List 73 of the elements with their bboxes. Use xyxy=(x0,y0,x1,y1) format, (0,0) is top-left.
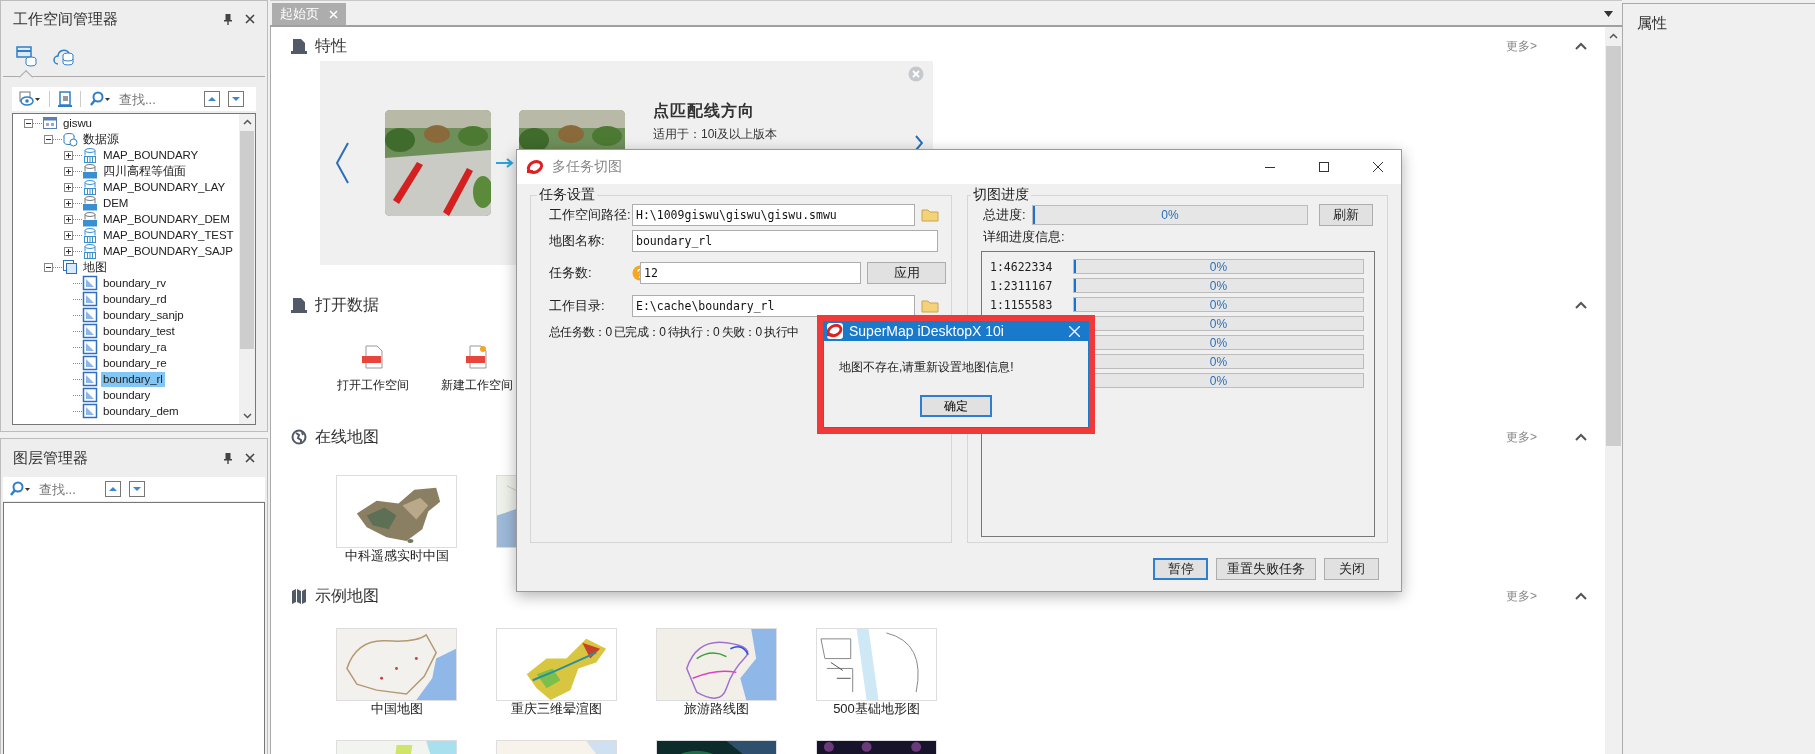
dialog-button[interactable]: 关闭 xyxy=(1324,558,1379,580)
section-title: 特性 xyxy=(315,35,347,56)
input-field[interactable]: E:\cache\boundary_rl xyxy=(632,295,915,317)
section-title: 在线地图 xyxy=(315,426,379,447)
search-field[interactable]: 查找... xyxy=(115,87,200,111)
tree-item[interactable]: boundary_test xyxy=(101,323,177,339)
progress-text: 0% xyxy=(1208,317,1229,330)
input-field[interactable]: 12 xyxy=(640,262,861,284)
progress-text: 0% xyxy=(1208,298,1229,311)
tree-item[interactable]: MAP_BOUNDARY xyxy=(101,147,201,163)
task-summary: 总任务数：0 已完成：0 待执行：0 失败：0 执行中 xyxy=(549,323,799,341)
field-label: 任务数: xyxy=(549,264,593,282)
more-link[interactable]: 更多> xyxy=(1506,37,1537,55)
field-label: 地图名称: xyxy=(549,232,606,250)
progress-text: 0% xyxy=(1208,279,1229,292)
map-title[interactable]: 重庆三维晕渲图 xyxy=(511,701,602,716)
dialog-button[interactable]: 重置失败任务 xyxy=(1216,558,1316,580)
tree-item[interactable]: 四川高程等值面 xyxy=(101,163,189,179)
dialog-title: SuperMap iDesktopX 10i xyxy=(849,323,1005,339)
tree-item[interactable]: 数据源 xyxy=(81,131,121,147)
tree-item[interactable]: boundary_rv xyxy=(101,275,168,291)
field-label: 工作目录: xyxy=(549,297,606,315)
map-title[interactable]: 旅游路线图 xyxy=(684,701,749,716)
input-field[interactable]: boundary_rl xyxy=(632,230,938,252)
dialog-button[interactable]: 暂停 xyxy=(1153,558,1208,580)
scale-label: 1:4622334 xyxy=(990,259,1054,274)
group-title: 切图进度 xyxy=(972,186,1030,204)
more-link[interactable]: 更多> xyxy=(1506,428,1537,446)
map-title[interactable]: 中国地图 xyxy=(370,701,423,716)
field-label: 详细进度信息: xyxy=(983,228,1065,246)
map-title[interactable]: 500基础地形图 xyxy=(833,701,920,716)
feature-title: 点匹配线方向 xyxy=(653,101,756,121)
tab-label: 起始页 xyxy=(280,5,319,23)
group-title: 任务设置 xyxy=(538,186,596,204)
tree-item[interactable]: giswu xyxy=(61,115,94,131)
search-field[interactable]: 查找... xyxy=(35,477,101,501)
tree-item[interactable]: 地图 xyxy=(81,259,109,275)
progress-text: 0% xyxy=(1208,336,1229,349)
tree-item[interactable]: boundary_sanjp xyxy=(101,307,186,323)
map-title[interactable]: 中科遥感实时中国 xyxy=(344,548,449,563)
tree-item[interactable]: MAP_BOUNDARY_LAY xyxy=(101,179,227,195)
scale-label: 1:2311167 xyxy=(990,278,1054,293)
dialog-title: 多任务切图 xyxy=(552,158,623,176)
section-title: 示例地图 xyxy=(315,585,379,606)
tree-item[interactable]: boundary_re xyxy=(101,355,169,371)
tree-item[interactable]: MAP_BOUNDARY_SAJP xyxy=(101,243,235,259)
input-field[interactable]: H:\1009giswu\giswu\giswu.smwu xyxy=(632,204,915,226)
panel-title: 图层管理器 xyxy=(13,448,89,468)
feature-version: 适用于：10i及以上版本 xyxy=(653,126,777,143)
more-link[interactable]: 更多> xyxy=(1506,587,1537,605)
progress-text: 0% xyxy=(1208,260,1229,273)
progress-text: 0% xyxy=(1208,355,1229,368)
tree-item[interactable]: DEM xyxy=(101,195,131,211)
scale-label: 1:1155583 xyxy=(990,297,1054,312)
tree-item[interactable]: boundary_ra xyxy=(101,339,169,355)
ok-button[interactable]: 确定 xyxy=(920,395,992,417)
progress-text: 0% xyxy=(1208,374,1229,387)
refresh-button[interactable]: 刷新 xyxy=(1319,204,1373,226)
progress-text: 0% xyxy=(1160,207,1180,224)
panel-title: 工作空间管理器 xyxy=(13,9,119,29)
tree-item[interactable]: boundary_rd xyxy=(101,291,169,307)
message-text: 地图不存在,请重新设置地图信息! xyxy=(838,359,1015,375)
action-item[interactable]: 新建工作空间 xyxy=(437,345,517,394)
field-label: 总进度: xyxy=(983,206,1027,224)
action-item[interactable]: 打开工作空间 xyxy=(333,345,413,394)
section-title: 打开数据 xyxy=(315,294,379,315)
tree-item[interactable]: boundary_rl xyxy=(101,371,165,387)
tree-item[interactable]: MAP_BOUNDARY_TEST xyxy=(101,227,236,243)
tree-item[interactable]: MAP_BOUNDARY_DEM xyxy=(101,211,232,227)
panel-title: 属性 xyxy=(1636,13,1668,33)
apply-button[interactable]: 应用 xyxy=(867,262,946,284)
tree-item[interactable]: boundary_dem xyxy=(101,403,181,419)
tree-item[interactable]: boundary xyxy=(101,387,153,403)
